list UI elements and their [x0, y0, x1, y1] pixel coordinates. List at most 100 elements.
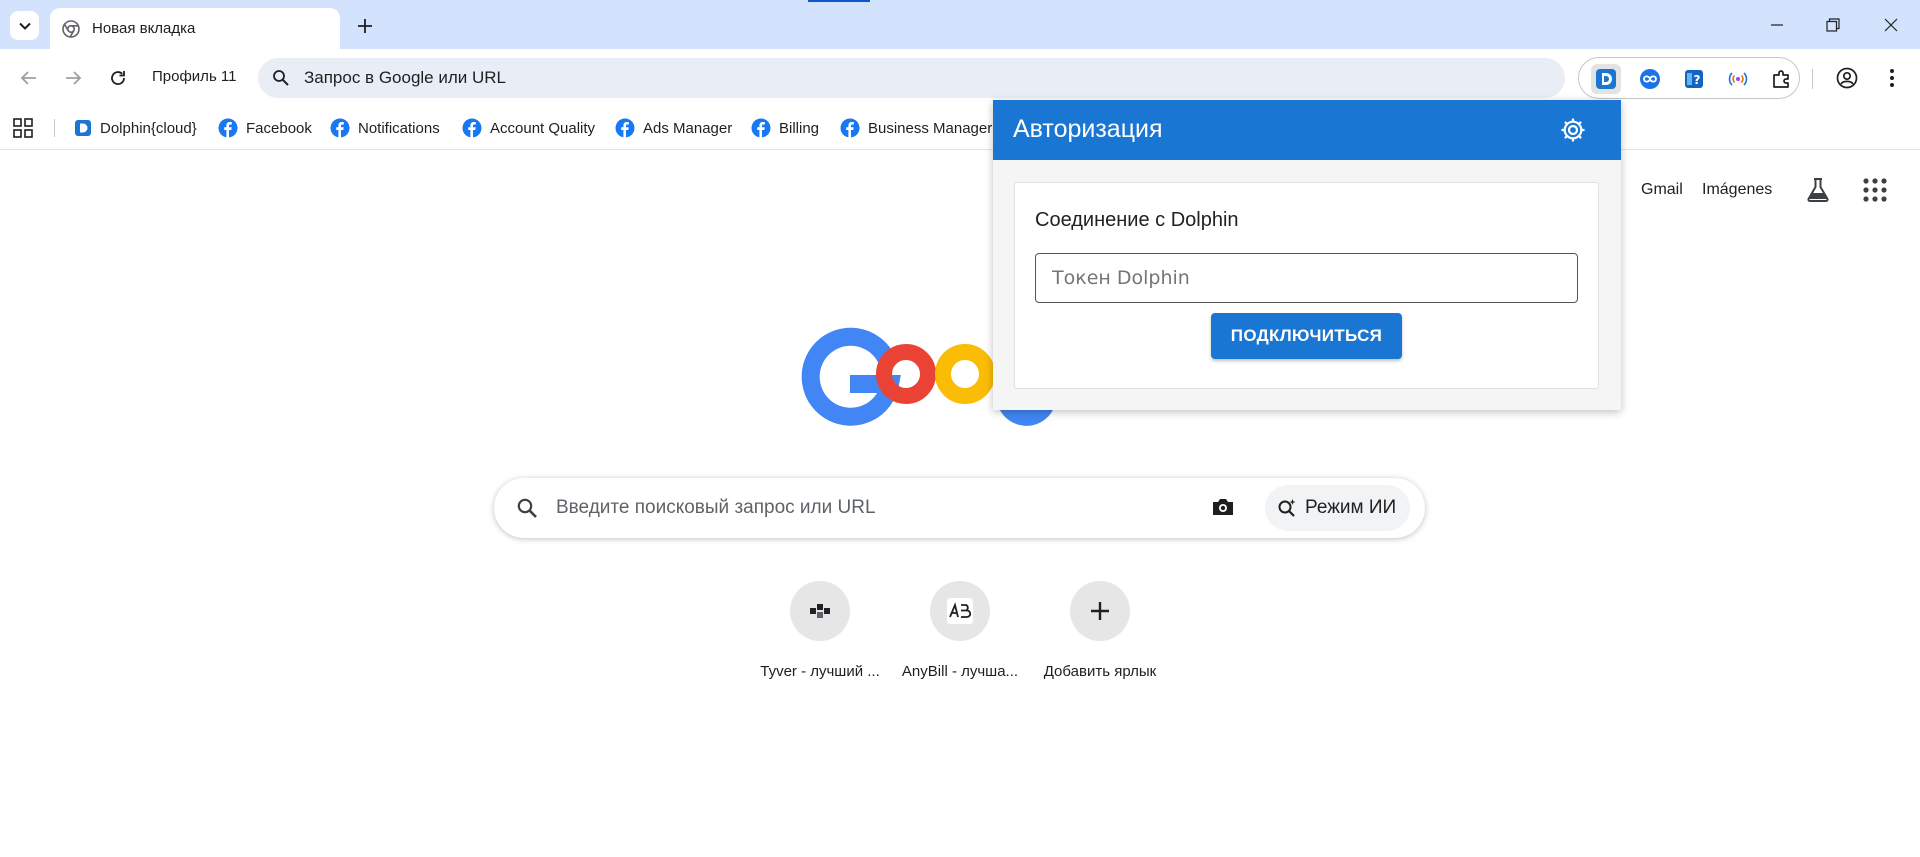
- helper-extension-button[interactable]: ?: [1679, 64, 1709, 94]
- search-icon: [273, 70, 289, 86]
- bookmark-billing[interactable]: Billing: [751, 113, 819, 143]
- reload-icon: [111, 71, 125, 85]
- browser-menu-button[interactable]: [1877, 63, 1907, 93]
- bookmark-ads-manager[interactable]: Ads Manager: [615, 113, 732, 143]
- facebook-icon: [840, 118, 860, 138]
- bookmark-notifications[interactable]: Notifications: [330, 113, 440, 143]
- labs-button[interactable]: [1804, 176, 1832, 204]
- facebook-icon: [330, 118, 350, 138]
- connection-card-title: Соединение с Dolphin: [1035, 209, 1239, 231]
- omnibox-input[interactable]: [302, 67, 1406, 89]
- gmail-link[interactable]: Gmail: [1641, 181, 1683, 199]
- minimize-icon: [1771, 24, 1783, 26]
- facebook-icon: [462, 118, 482, 138]
- connect-button[interactable]: ПОДКЛЮЧИТЬСЯ: [1211, 313, 1402, 359]
- broadcast-icon: [1728, 72, 1748, 86]
- camera-search-button[interactable]: [1210, 494, 1236, 520]
- puzzle-icon: [1773, 70, 1789, 88]
- profile-button[interactable]: [1832, 63, 1862, 93]
- plus-icon: [358, 19, 372, 33]
- chrome-icon: [62, 19, 80, 38]
- facebook-icon: [218, 118, 238, 138]
- shortcut-label: AnyBill - лучша...: [901, 663, 1019, 680]
- toolbar-separator: [1812, 69, 1813, 89]
- bookmark-dolphin-cloud[interactable]: Dolphin{cloud}: [74, 113, 197, 143]
- apps-shortcut-button[interactable]: [12, 117, 34, 139]
- facebook-icon: [615, 118, 635, 138]
- shortcut-tile: [1070, 581, 1130, 641]
- bookmark-business-manager[interactable]: Business Manager: [840, 113, 992, 143]
- anybill-favicon-icon: [947, 598, 973, 624]
- google-apps-button[interactable]: [1863, 178, 1887, 202]
- shortcut-anybill[interactable]: AnyBill - лучша...: [890, 581, 1030, 681]
- bookmark-label: Notifications: [358, 119, 440, 137]
- tab-search-button[interactable]: [10, 11, 39, 40]
- ai-mode-button[interactable]: Режим ИИ: [1265, 485, 1411, 531]
- dolphin-extension-icon: [1596, 69, 1616, 89]
- apps-dots-icon: [1863, 178, 1887, 202]
- shortcut-tile: [790, 581, 850, 641]
- broadcast-extension-button[interactable]: [1723, 64, 1753, 94]
- bookmarks-separator: [54, 119, 55, 137]
- chevron-down-icon: [18, 22, 31, 30]
- ai-mode-label: Режим ИИ: [1305, 497, 1397, 518]
- shortcut-label: Tyver - лучший ...: [760, 663, 880, 680]
- svg-text:?: ?: [1694, 73, 1701, 87]
- more-vert-icon: [1890, 69, 1894, 87]
- dolphin-icon: [75, 120, 91, 136]
- close-window-button[interactable]: [1874, 10, 1908, 40]
- search-icon: [517, 498, 537, 518]
- extensions-menu-button[interactable]: [1767, 64, 1797, 94]
- shortcut-tyver[interactable]: Tyver - лучший ...: [750, 581, 890, 681]
- flask-icon: [1807, 178, 1829, 202]
- facebook-icon: [751, 118, 771, 138]
- reload-button[interactable]: [103, 63, 133, 93]
- arrow-left-icon: [20, 71, 36, 85]
- extensions-group: ?: [1578, 57, 1800, 99]
- shortcut-label: Добавить ярлык: [1043, 663, 1157, 680]
- popup-title: Авторизация: [1013, 115, 1163, 143]
- infinity-extension-icon: [1640, 69, 1660, 89]
- tab-new-tab[interactable]: Новая вкладка: [50, 8, 340, 49]
- minimize-button[interactable]: [1760, 10, 1794, 40]
- restore-button[interactable]: [1816, 10, 1850, 40]
- popup-settings-button[interactable]: [1559, 116, 1587, 144]
- omnibox[interactable]: [258, 58, 1565, 98]
- shortcut-add[interactable]: Добавить ярлык: [1030, 581, 1170, 681]
- profile-label[interactable]: Профиль 11: [152, 68, 237, 85]
- bookmark-account-quality[interactable]: Account Quality: [462, 113, 595, 143]
- dolphin-token-input[interactable]: [1035, 253, 1578, 303]
- bookmark-label: Ads Manager: [643, 119, 733, 137]
- camera-icon: [1213, 499, 1233, 515]
- ntp-search-box[interactable]: Режим ИИ: [494, 478, 1425, 538]
- sparkle-search-icon: [1278, 499, 1296, 517]
- bookmark-label: Facebook: [246, 119, 312, 137]
- infinity-extension-button[interactable]: [1635, 64, 1665, 94]
- arrow-right-icon: [66, 71, 82, 85]
- bookmark-label: Dolphin{cloud}: [100, 119, 197, 137]
- popup-header: Авторизация: [993, 100, 1621, 160]
- ntp-search-input[interactable]: [554, 496, 1158, 520]
- restore-icon: [1826, 18, 1840, 32]
- connection-card: Соединение с Dolphin ПОДКЛЮЧИТЬСЯ: [1014, 182, 1599, 389]
- toolbar: Профиль 11 ?: [0, 49, 1920, 107]
- dolphin-extension-button[interactable]: [1591, 64, 1621, 94]
- tab-strip-accent: [808, 0, 870, 2]
- dolphin-auth-popup: Авторизация Соединение с Dolphin ПОДКЛЮЧ…: [993, 100, 1621, 410]
- forward-button[interactable]: [58, 63, 88, 93]
- images-link[interactable]: Imágenes: [1702, 181, 1772, 199]
- new-tab-button[interactable]: [352, 13, 378, 39]
- gear-icon: [1561, 118, 1585, 142]
- bookmarks-bar: Dolphin{cloud} Facebook Notifications Ac…: [0, 107, 1920, 150]
- back-button[interactable]: [14, 63, 44, 93]
- bookmark-label: Account Quality: [490, 119, 596, 137]
- close-icon: [1884, 18, 1898, 32]
- tab-strip: Новая вкладка: [0, 0, 1920, 49]
- shortcut-tile: [930, 581, 990, 641]
- bookmark-label: Business Manager: [868, 119, 993, 137]
- bookmark-facebook[interactable]: Facebook: [218, 113, 312, 143]
- question-puzzle-icon: ?: [1685, 70, 1703, 88]
- tab-title: Новая вкладка: [92, 20, 196, 37]
- apps-grid-icon: [13, 118, 33, 138]
- plus-icon: [1091, 602, 1109, 620]
